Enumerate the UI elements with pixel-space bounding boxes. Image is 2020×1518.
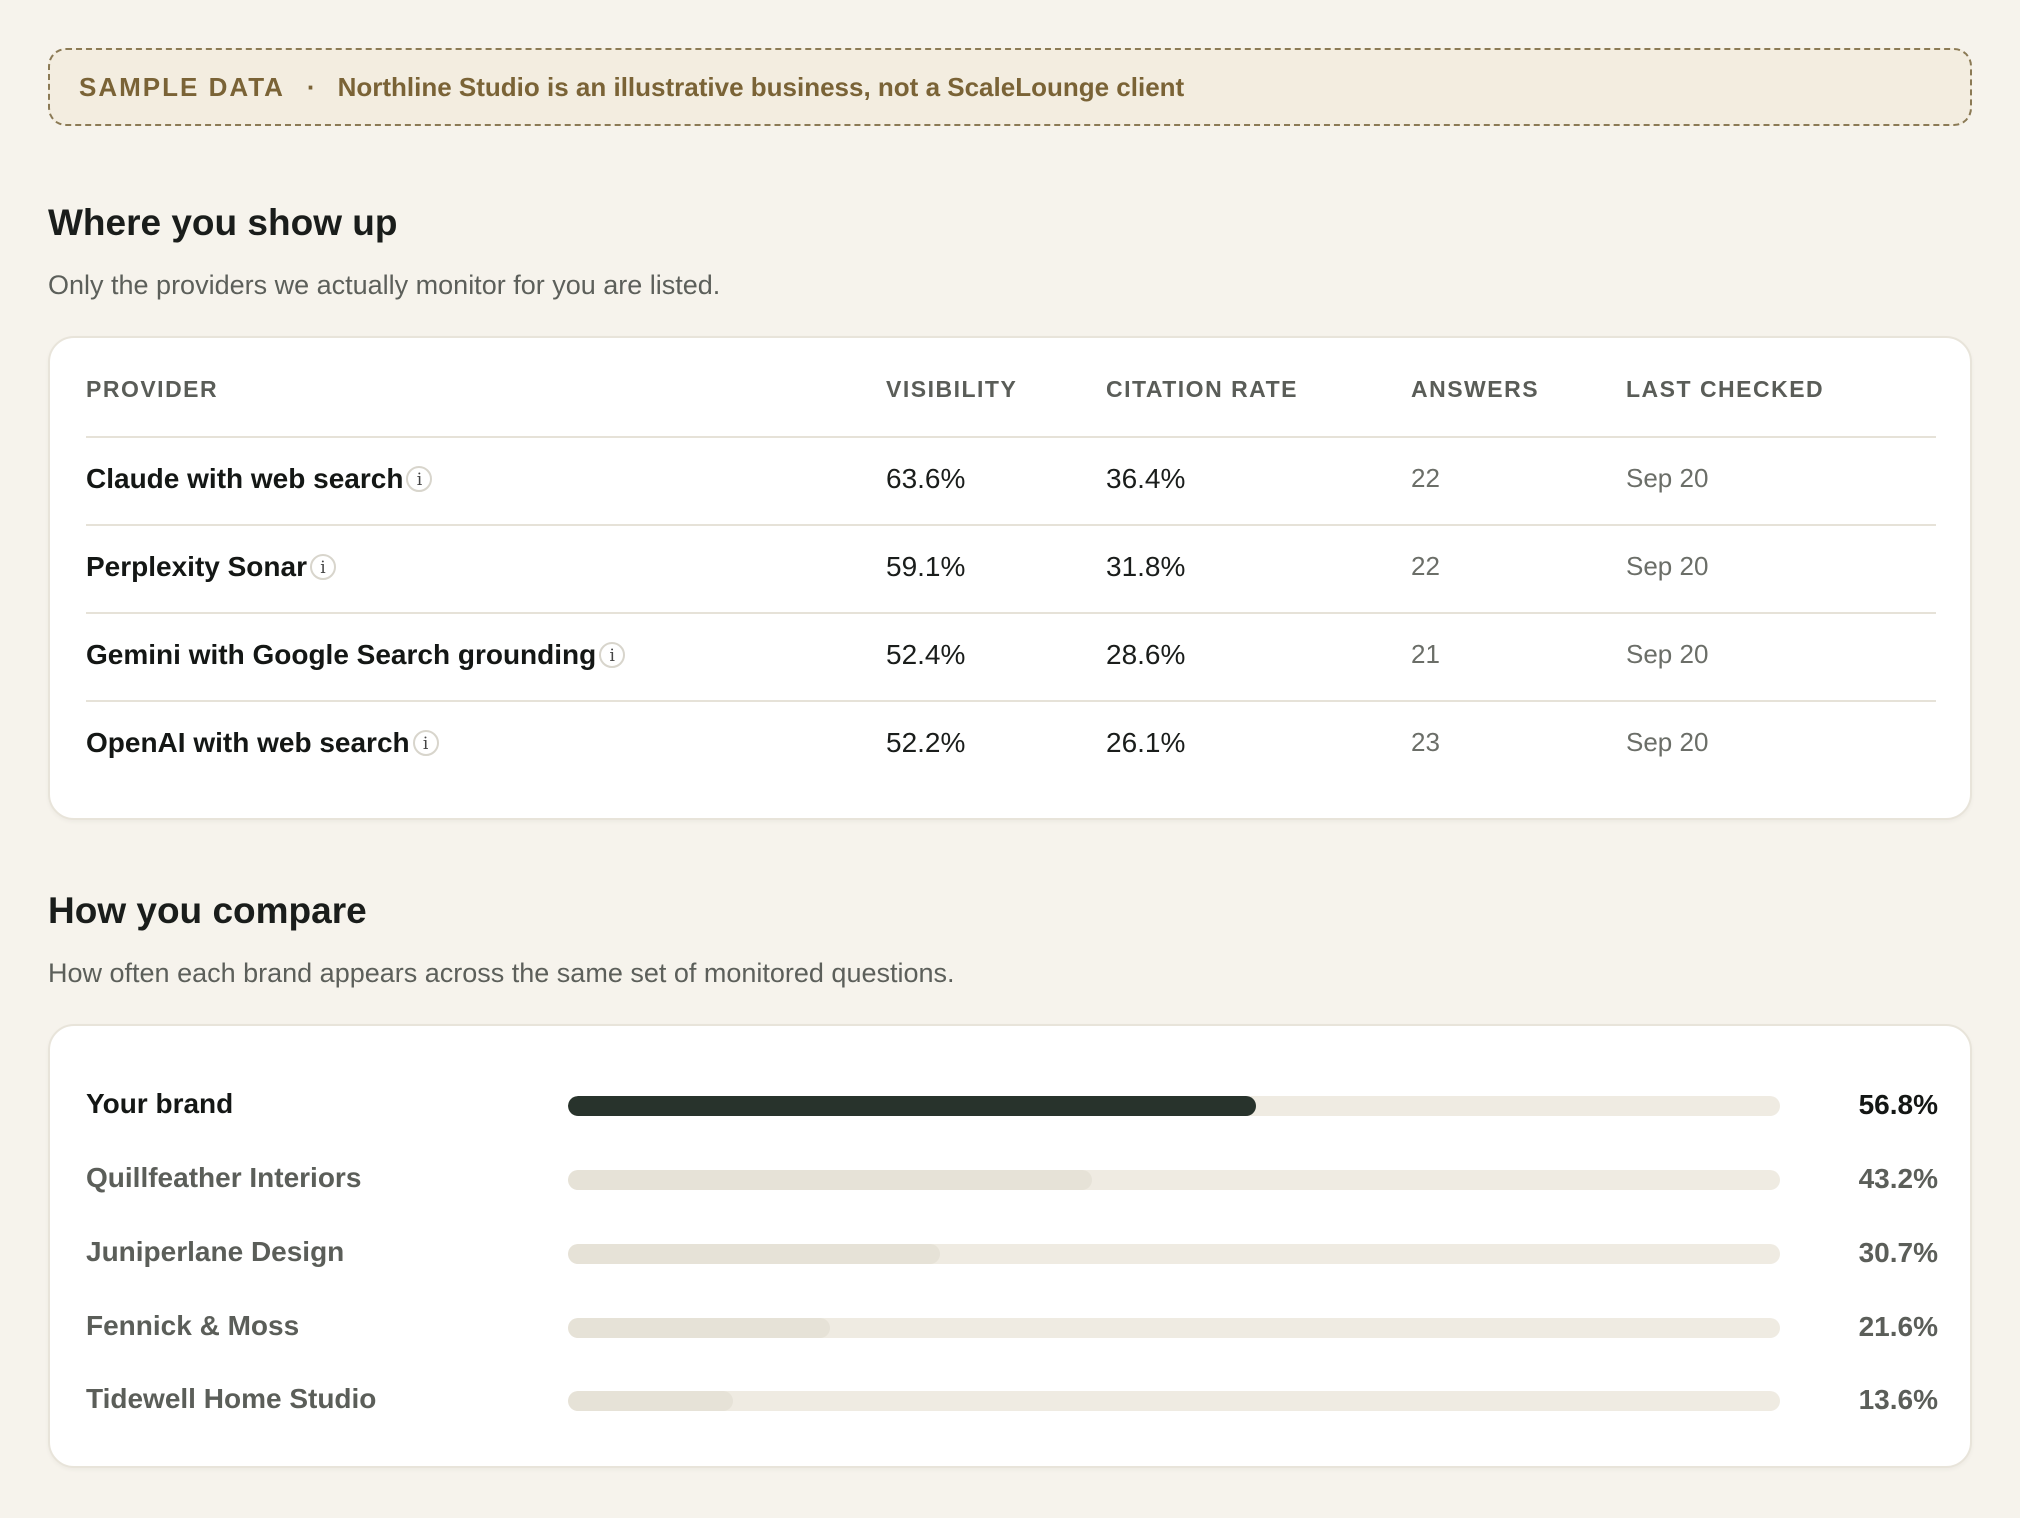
visibility-cell: 52.4% [886,639,966,670]
brand-percentage: 30.7% [1858,1237,1938,1268]
info-icon[interactable]: i [406,466,433,492]
compare-section-title: How you compare [48,890,367,931]
providers-section-subtitle: Only the providers we actually monitor f… [48,270,721,300]
info-icon[interactable]: i [412,730,439,756]
provider-name-cell: Gemini with Google Search grounding i [86,639,626,671]
providers-card: PROVIDER VISIBILITY CITATION RATE ANSWER… [48,336,1972,820]
compare-card: Your brand 56.8% Quillfeather Interiors … [48,1024,1972,1468]
column-header-last-checked: LAST CHECKED [1626,376,1825,402]
brand-bar-track [568,1244,1780,1264]
visibility-cell: 52.2% [886,727,966,758]
brand-bar-fill [568,1318,830,1338]
brand-percentage: 21.6% [1858,1311,1938,1342]
provider-name: OpenAI with web search [86,727,410,758]
brand-name: Juniperlane Design [86,1236,345,1267]
answers-cell: 22 [1411,463,1440,493]
last-checked-cell: Sep 20 [1626,727,1709,757]
visibility-cell: 59.1% [886,551,966,582]
brand-bar-fill [568,1391,733,1411]
brand-row-your-brand: Your brand 56.8% [86,1084,1938,1124]
compare-section-subtitle: How often each brand appears across the … [48,958,955,988]
last-checked-cell: Sep 20 [1626,551,1709,581]
column-header-citation-rate: CITATION RATE [1106,376,1298,402]
provider-name: Gemini with Google Search grounding [86,639,597,670]
table-header: PROVIDER VISIBILITY CITATION RATE ANSWER… [86,338,1936,438]
brand-name: Your brand [86,1088,234,1119]
provider-name-cell: Claude with web search i [86,463,433,495]
brand-bar-track [568,1096,1780,1116]
provider-name: Perplexity Sonar [86,551,307,582]
brand-percentage: 13.6% [1858,1384,1938,1415]
brand-bar-track [568,1170,1780,1190]
provider-name: Claude with web search [86,463,404,494]
table-row: OpenAI with web search i 52.2% 26.1% 23 … [86,702,1936,788]
answers-cell: 21 [1411,639,1440,669]
answers-cell: 23 [1411,727,1440,757]
info-icon[interactable]: i [309,554,336,580]
last-checked-cell: Sep 20 [1626,639,1709,669]
sample-data-tag: SAMPLE DATA [79,71,285,102]
sample-data-banner: SAMPLE DATA · Northline Studio is an ill… [48,48,1972,126]
brand-row-competitor: Fennick & Moss 21.6% [86,1306,1938,1346]
brand-name: Fennick & Moss [86,1310,300,1341]
info-icon[interactable]: i [599,642,626,668]
brand-bar-track [568,1318,1780,1338]
table-row: Claude with web search i 63.6% 36.4% 22 … [86,438,1936,526]
brand-row-competitor: Quillfeather Interiors 43.2% [86,1158,1938,1198]
citation-rate-cell: 31.8% [1106,551,1186,582]
column-header-provider: PROVIDER [86,376,219,402]
citation-rate-cell: 36.4% [1106,463,1186,494]
column-header-visibility: VISIBILITY [886,376,1018,402]
answers-cell: 22 [1411,551,1440,581]
table-row: Perplexity Sonar i 59.1% 31.8% 22 Sep 20 [86,526,1936,614]
provider-name-cell: Perplexity Sonar i [86,551,336,583]
sample-data-note: Northline Studio is an illustrative busi… [337,71,1185,102]
brand-name: Tidewell Home Studio [86,1383,377,1414]
brand-bar-fill [568,1170,1092,1190]
provider-name-cell: OpenAI with web search i [86,727,439,759]
page: SAMPLE DATA · Northline Studio is an ill… [48,48,1972,1468]
citation-rate-cell: 26.1% [1106,727,1186,758]
table-row: Gemini with Google Search grounding i 52… [86,614,1936,702]
column-header-answers: ANSWERS [1411,376,1540,402]
visibility-cell: 63.6% [886,463,966,494]
brand-percentage: 56.8% [1858,1089,1938,1120]
brand-row-competitor: Tidewell Home Studio 13.6% [86,1379,1938,1419]
brand-bar-fill [568,1244,941,1264]
banner-separator: · [306,71,316,102]
brand-bar-fill [568,1096,1257,1116]
citation-rate-cell: 28.6% [1106,639,1186,670]
providers-table: PROVIDER VISIBILITY CITATION RATE ANSWER… [86,338,1936,788]
brand-percentage: 43.2% [1858,1163,1938,1194]
last-checked-cell: Sep 20 [1626,463,1709,493]
brand-bar-track [568,1391,1780,1411]
brand-row-competitor: Juniperlane Design 30.7% [86,1232,1938,1272]
brand-name: Quillfeather Interiors [86,1162,362,1193]
providers-section-title: Where you show up [48,202,398,243]
